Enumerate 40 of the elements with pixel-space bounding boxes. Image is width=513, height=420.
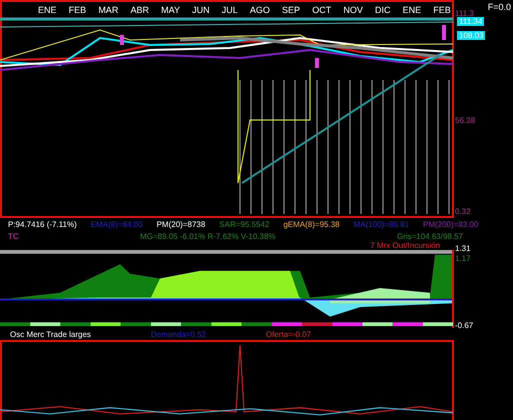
price-label: 108.03 [457,30,486,40]
month-label: ENE [402,5,422,15]
indicator-value: gEMA(8)=95.38 [283,220,340,228]
price-label: 111.34 [457,17,484,26]
month-label: FEB [433,5,451,15]
indicator-value: PM(200)=83.00 [422,220,478,228]
oscillator-title: 7 Mrx Out/Incursión [369,242,441,250]
month-label: FEB [68,5,86,15]
price-label: 0.32 [455,207,471,216]
candle [442,25,446,40]
candle [120,35,124,45]
month-label: ENE [38,5,57,15]
month-label: JUL [222,5,238,15]
month-label: OCT [312,5,332,15]
indicator-value: P:94.7416 (-7.11%) [8,220,77,228]
month-label: MAY [161,5,180,15]
month-label: MAR [98,5,118,15]
indicator-value: TC [8,232,19,240]
indicator-value: PM(20)=8738 [156,220,206,228]
month-label: NOV [343,5,363,15]
price-label: 56.38 [455,116,476,125]
indicator-value: Osc Merc Trade larges [10,330,91,338]
indicator-value: SAR=95.5542 [219,220,270,228]
month-label: AGO [250,5,270,15]
month-label: JUN [192,5,210,15]
indicator-value: MA(100)=86.81 [354,220,409,228]
oscillator-value-label: 1.17 [455,254,471,264]
indicator-value: EMA(8)=84.00 [90,220,143,228]
month-label: SEP [282,5,300,15]
factor-label: F=0.0 [488,2,511,12]
oscillator-value-label: 1.31 [455,244,471,253]
price-label: 111.3 [455,8,474,18]
candle [315,58,319,68]
oscillator-value-label: -0.67 [455,321,474,330]
month-label: ABR [130,5,149,15]
indicator-value: MG=89.05 -6.01% R-7.62% V-10.38% [140,232,276,240]
indicator-value: Demanda=0.52 [150,330,206,338]
indicator-value: Gris=104.63/98.57 [396,232,463,240]
month-label: DIC [375,5,390,15]
indicator-value: Oferta=-0.07 [266,330,311,338]
